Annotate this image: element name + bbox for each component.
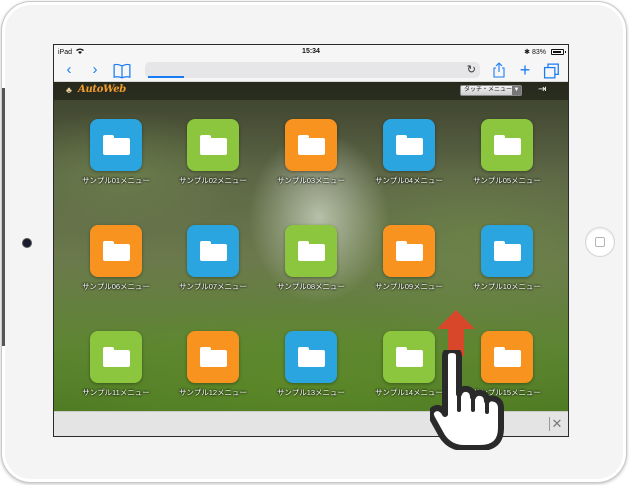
folder-icon <box>103 347 130 367</box>
folder-icon <box>200 241 227 261</box>
menu-item-label: サンプル03メニュー <box>276 176 346 185</box>
home-button[interactable] <box>585 227 615 257</box>
folder-icon <box>298 347 325 367</box>
menu-item-label: サンプル05メニュー <box>472 176 542 185</box>
menu-select-value: タッチ・メニュー <box>464 87 513 93</box>
status-battery-text: ✱ 83% <box>524 48 546 56</box>
site-logo: AutoWeb <box>78 84 126 95</box>
menu-item[interactable]: サンプル08メニュー <box>266 225 356 315</box>
reload-icon[interactable]: ↻ <box>467 64 476 76</box>
menu-item-label: サンプル12メニュー <box>178 388 248 397</box>
page-load-progress <box>148 76 184 78</box>
menu-item[interactable]: サンプル12メニュー <box>168 331 258 411</box>
menu-item[interactable]: サンプル11メニュー <box>71 331 161 411</box>
menu-tile[interactable] <box>285 119 337 171</box>
folder-icon <box>200 347 227 367</box>
menu-item-label: サンプル02メニュー <box>178 176 248 185</box>
menu-item-label: サンプル09メニュー <box>374 282 444 291</box>
folder-icon <box>103 135 130 155</box>
menu-tile[interactable] <box>285 225 337 277</box>
bluetooth-icon: ✱ <box>524 49 531 56</box>
frame-edge <box>2 88 5 346</box>
menu-item-label: サンプル01メニュー <box>81 176 151 185</box>
menu-item-label: サンプル08メニュー <box>276 282 346 291</box>
plus-icon[interactable]: + <box>516 61 534 79</box>
menu-tile[interactable] <box>383 331 435 383</box>
menu-item[interactable]: サンプル04メニュー <box>364 119 454 209</box>
book-icon[interactable] <box>113 63 131 79</box>
menu-item-label: サンプル13メニュー <box>276 388 346 397</box>
menu-tile[interactable] <box>481 225 533 277</box>
menu-tile[interactable] <box>90 119 142 171</box>
logout-icon[interactable]: ⇥ <box>538 84 546 96</box>
menu-type-select[interactable]: タッチ・メニュー ▼ <box>460 85 522 96</box>
menu-item[interactable]: サンプル07メニュー <box>168 225 258 315</box>
browser-toolbar: ‹ › ↻ + <box>54 59 568 82</box>
folder-icon <box>298 135 325 155</box>
chevron-down-icon: ▼ <box>512 86 521 95</box>
status-bar: iPad 15:34 ✱ 83% <box>54 45 568 59</box>
menu-item-label: サンプル10メニュー <box>472 282 542 291</box>
menu-item[interactable]: サンプル09メニュー <box>364 225 454 315</box>
menu-item-label: サンプル04メニュー <box>374 176 444 185</box>
menu-tile[interactable] <box>90 331 142 383</box>
menu-tile[interactable] <box>481 119 533 171</box>
menu-tile[interactable] <box>187 225 239 277</box>
menu-tile[interactable] <box>285 331 337 383</box>
menu-item[interactable]: サンプル10メニュー <box>462 225 552 315</box>
folder-icon <box>200 135 227 155</box>
camera <box>23 239 31 247</box>
folder-icon <box>103 241 130 261</box>
share-icon[interactable] <box>490 62 508 78</box>
chevron-right-icon[interactable]: › <box>86 62 104 78</box>
logo-mark: ♣ <box>66 85 72 95</box>
menu-tile[interactable] <box>383 119 435 171</box>
menu-item[interactable]: サンプル06メニュー <box>71 225 161 315</box>
folder-icon <box>298 241 325 261</box>
menu-item-label: サンプル07メニュー <box>178 282 248 291</box>
pointing-hand-icon <box>430 350 504 450</box>
menu-tile[interactable] <box>187 119 239 171</box>
menu-item[interactable]: サンプル13メニュー <box>266 331 356 411</box>
status-time: 15:34 <box>302 48 320 55</box>
menu-item[interactable]: サンプル03メニュー <box>266 119 356 209</box>
menu-tile[interactable] <box>187 331 239 383</box>
menu-item[interactable]: サンプル02メニュー <box>168 119 258 209</box>
tabs-icon[interactable] <box>543 63 561 79</box>
menu-item-label: サンプル11メニュー <box>82 388 150 397</box>
menu-tile[interactable] <box>90 225 142 277</box>
menu-tile[interactable] <box>383 225 435 277</box>
menu-item[interactable]: サンプル05メニュー <box>462 119 552 209</box>
menu-item-label: サンプル06メニュー <box>81 282 151 291</box>
chevron-left-icon[interactable]: ‹ <box>60 62 78 78</box>
folder-icon <box>396 241 423 261</box>
menu-item[interactable]: サンプル01メニュー <box>71 119 161 209</box>
battery-percent: 83% <box>531 49 546 56</box>
url-field[interactable]: ↻ <box>145 62 480 78</box>
folder-icon <box>494 241 521 261</box>
site-header: ♣ AutoWeb タッチ・メニュー ▼ ⇥ <box>54 82 568 100</box>
close-icon[interactable]: ✕ <box>549 417 564 431</box>
folder-icon <box>396 347 423 367</box>
battery-icon <box>551 49 566 55</box>
folder-icon <box>494 135 521 155</box>
folder-icon <box>396 135 423 155</box>
